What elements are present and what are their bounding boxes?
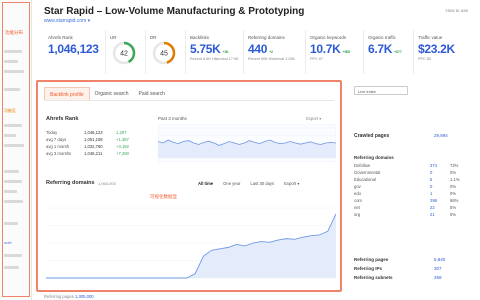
sidebar-item[interactable] (4, 190, 17, 193)
metrics-bar: Ahrefs Rank 1,046,123 UR 42 DR 45 Backli… (44, 30, 472, 74)
metric-traffic-value[interactable]: Traffic value $23.2K PPC $0 (414, 30, 472, 74)
ahrefs-rank-heading: Ahrefs Rank (46, 116, 79, 122)
list-item: org 21 5% (354, 212, 457, 217)
metric-sub: Recent 506 Historical 1.28K (248, 57, 296, 61)
export-button[interactable]: Export ▾ (284, 181, 299, 186)
dr-value: 45 (160, 51, 168, 58)
rank-chart-period: Past 3 months (158, 116, 187, 121)
metric-sub: PPC $0 (418, 57, 432, 61)
metric-value: 6.7K +677 (368, 42, 402, 56)
sidebar-item[interactable] (4, 144, 24, 147)
sidebar-item[interactable] (4, 70, 24, 73)
referring-domains-breakdown: Dofollow 374 72% Governmental 0 0% Education… (354, 162, 470, 218)
list-item: Governmental 0 0% (354, 170, 457, 175)
annotation-note: 可视化数据显 (150, 194, 177, 199)
page-title: Star Rapid – Low-Volume Manufacturing & … (44, 6, 305, 17)
referring-subnets-row: Referring subnets 259 (354, 275, 442, 280)
sidebar-link[interactable]: outh (4, 240, 12, 245)
ur-gauge: 42 (112, 41, 136, 65)
metric-value: 1,046,123 (48, 42, 99, 56)
tab-bar: Backlink profile Organic search Paid sea… (44, 87, 334, 101)
sidebar-item[interactable] (4, 134, 16, 137)
site-url-link[interactable]: www.starrapid.com ▾ (44, 18, 90, 24)
export-button[interactable]: Export ▾ (306, 116, 321, 121)
metric-organic-traffic[interactable]: Organic traffic 6.7K +677 (364, 30, 414, 74)
tab-paid-search[interactable]: Paid search (134, 87, 170, 100)
metric-label: Organic keywords (310, 35, 347, 40)
table-row: avg 7 days 1,051,108 +1,387 (46, 137, 129, 142)
metric-label: Ahrefs Rank (48, 35, 73, 40)
metric-organic-keywords[interactable]: Organic keywords 10.7K +565 PPC 67 (306, 30, 364, 74)
ahrefs-site-explorer: 功能分布 功能区 outh Star Rapid – Low-Volume Ma… (0, 0, 480, 300)
list-item: edu 1 0% (354, 191, 457, 196)
referring-domains-chart (46, 207, 336, 279)
sidebar-item[interactable] (4, 124, 22, 127)
list-item: gov 0 0% (354, 184, 457, 189)
metric-referring-domains[interactable]: Referring domains 440 +2 Recent 506 Histo… (244, 30, 306, 74)
filter-one-year[interactable]: One year (223, 181, 240, 186)
crawled-pages-value: 29,894 (434, 133, 448, 138)
overview-panel: Backlink profile Organic search Paid sea… (36, 80, 342, 292)
referring-domains-label: Referring domains (354, 155, 394, 160)
table-row: avg 3 months 1,046,211 +7,290 (46, 151, 129, 156)
list-item: Dofollow 374 72% (354, 163, 459, 168)
metric-dr[interactable]: DR 45 (146, 30, 186, 74)
ahrefs-rank-table: Today 1,046,123 1,257 avg 7 days 1,051,108 +… (46, 129, 146, 157)
crawled-pages-label: Crawled pages (354, 133, 390, 139)
metric-value: $23.2K (418, 42, 455, 56)
sidebar-item[interactable] (4, 88, 20, 91)
referring-pages-footer: Referring pages 1,305,000 (44, 294, 94, 299)
chart-range-filters: All time One year Last 30 days Export ▾ (198, 181, 309, 186)
metric-label: Traffic value (418, 35, 443, 40)
ahrefs-rank-chart (158, 124, 336, 162)
metric-value: 5.75K +36 (190, 42, 229, 56)
sidebar-item[interactable] (4, 180, 22, 183)
tab-backlink-profile[interactable]: Backlink profile (44, 87, 90, 100)
sidebar-note: 功能分布 (5, 30, 23, 35)
metric-sub: PPC 67 (310, 57, 324, 61)
metric-value: 10.7K +565 (310, 42, 350, 56)
list-item: net 22 5% (354, 205, 457, 210)
metric-ur[interactable]: UR 42 (106, 30, 146, 74)
list-item: com 296 66% (354, 198, 459, 203)
filter-last-30-days[interactable]: Last 30 days (250, 181, 274, 186)
filter-all-time[interactable]: All time (198, 181, 213, 186)
referring-domains-count: 1,060,000 (98, 181, 116, 186)
metric-backlinks[interactable]: Backlinks 5.75K +36 Recent 8.8K Historica… (186, 30, 244, 74)
referring-ips-row: Referring IPs 307 (354, 266, 442, 271)
sidebar-tag: 功能区 (4, 108, 16, 113)
table-row: avg 1 month 1,032,760 +3,192 (46, 144, 129, 149)
metric-label: Organic traffic (368, 35, 396, 40)
sidebar-item[interactable] (4, 222, 18, 225)
referring-domains-heading: Referring domains (46, 180, 95, 186)
sidebar-item[interactable] (4, 60, 18, 63)
referring-pages-row: Referring pages 5,840 (354, 257, 446, 262)
sidebar-item[interactable] (4, 254, 22, 257)
metric-value: 440 +2 (248, 42, 273, 56)
metric-sub: Recent 8.8K Historical 17.9K (190, 57, 239, 61)
how-to-use-link[interactable]: How to use (445, 8, 468, 13)
table-row: Today 1,046,123 1,257 (46, 130, 127, 135)
sidebar-item[interactable] (4, 266, 19, 269)
metric-label: Backlinks (190, 35, 210, 40)
metric-label: Referring domains (248, 35, 285, 40)
list-item: Educational 5 1.1% (354, 177, 460, 182)
sidebar-item[interactable] (4, 170, 19, 173)
sidebar-item[interactable] (4, 200, 23, 203)
left-sidebar: 功能分布 功能区 outh (0, 0, 32, 300)
dr-gauge: 45 (152, 41, 176, 65)
index-select[interactable]: Live index (354, 86, 408, 95)
ur-value: 42 (120, 51, 128, 58)
sidebar-item[interactable] (4, 50, 22, 53)
tab-organic-search[interactable]: Organic search (90, 87, 134, 100)
metric-ahrefs-rank[interactable]: Ahrefs Rank 1,046,123 (44, 30, 106, 74)
sidebar-highlight-frame (2, 2, 30, 297)
